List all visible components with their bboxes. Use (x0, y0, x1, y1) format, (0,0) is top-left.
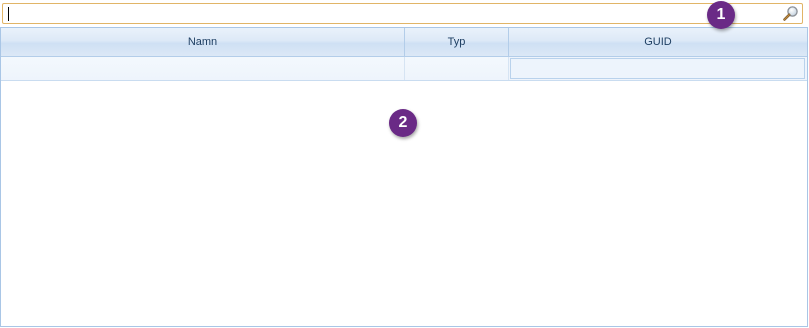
callout-badge-2: 2 (389, 109, 417, 137)
grid-filter-row (1, 57, 807, 81)
column-header-label: Namn (187, 36, 218, 48)
column-header-label: GUID (644, 36, 672, 48)
search-bar (2, 3, 803, 24)
search-input[interactable] (6, 5, 776, 22)
callout-number: 1 (716, 6, 726, 23)
magnifier-icon (783, 6, 798, 21)
grid-header-row: Namn Typ GUID (1, 28, 807, 57)
callout-badge-1: 1 (707, 1, 735, 29)
column-header-guid[interactable]: GUID (509, 28, 807, 56)
callout-number: 2 (398, 114, 408, 131)
column-header-name[interactable]: Namn (1, 28, 405, 56)
filter-cell-name[interactable] (1, 57, 405, 80)
app-root: Namn Typ GUID 1 2 (0, 0, 809, 328)
column-header-type[interactable]: Typ (405, 28, 509, 56)
search-button[interactable] (782, 5, 800, 22)
results-grid: Namn Typ GUID (0, 27, 808, 327)
filter-cell-type[interactable] (405, 57, 509, 80)
filter-cell-guid[interactable] (509, 57, 807, 80)
guid-filter-input[interactable] (510, 58, 805, 79)
column-header-label: Typ (447, 36, 466, 48)
